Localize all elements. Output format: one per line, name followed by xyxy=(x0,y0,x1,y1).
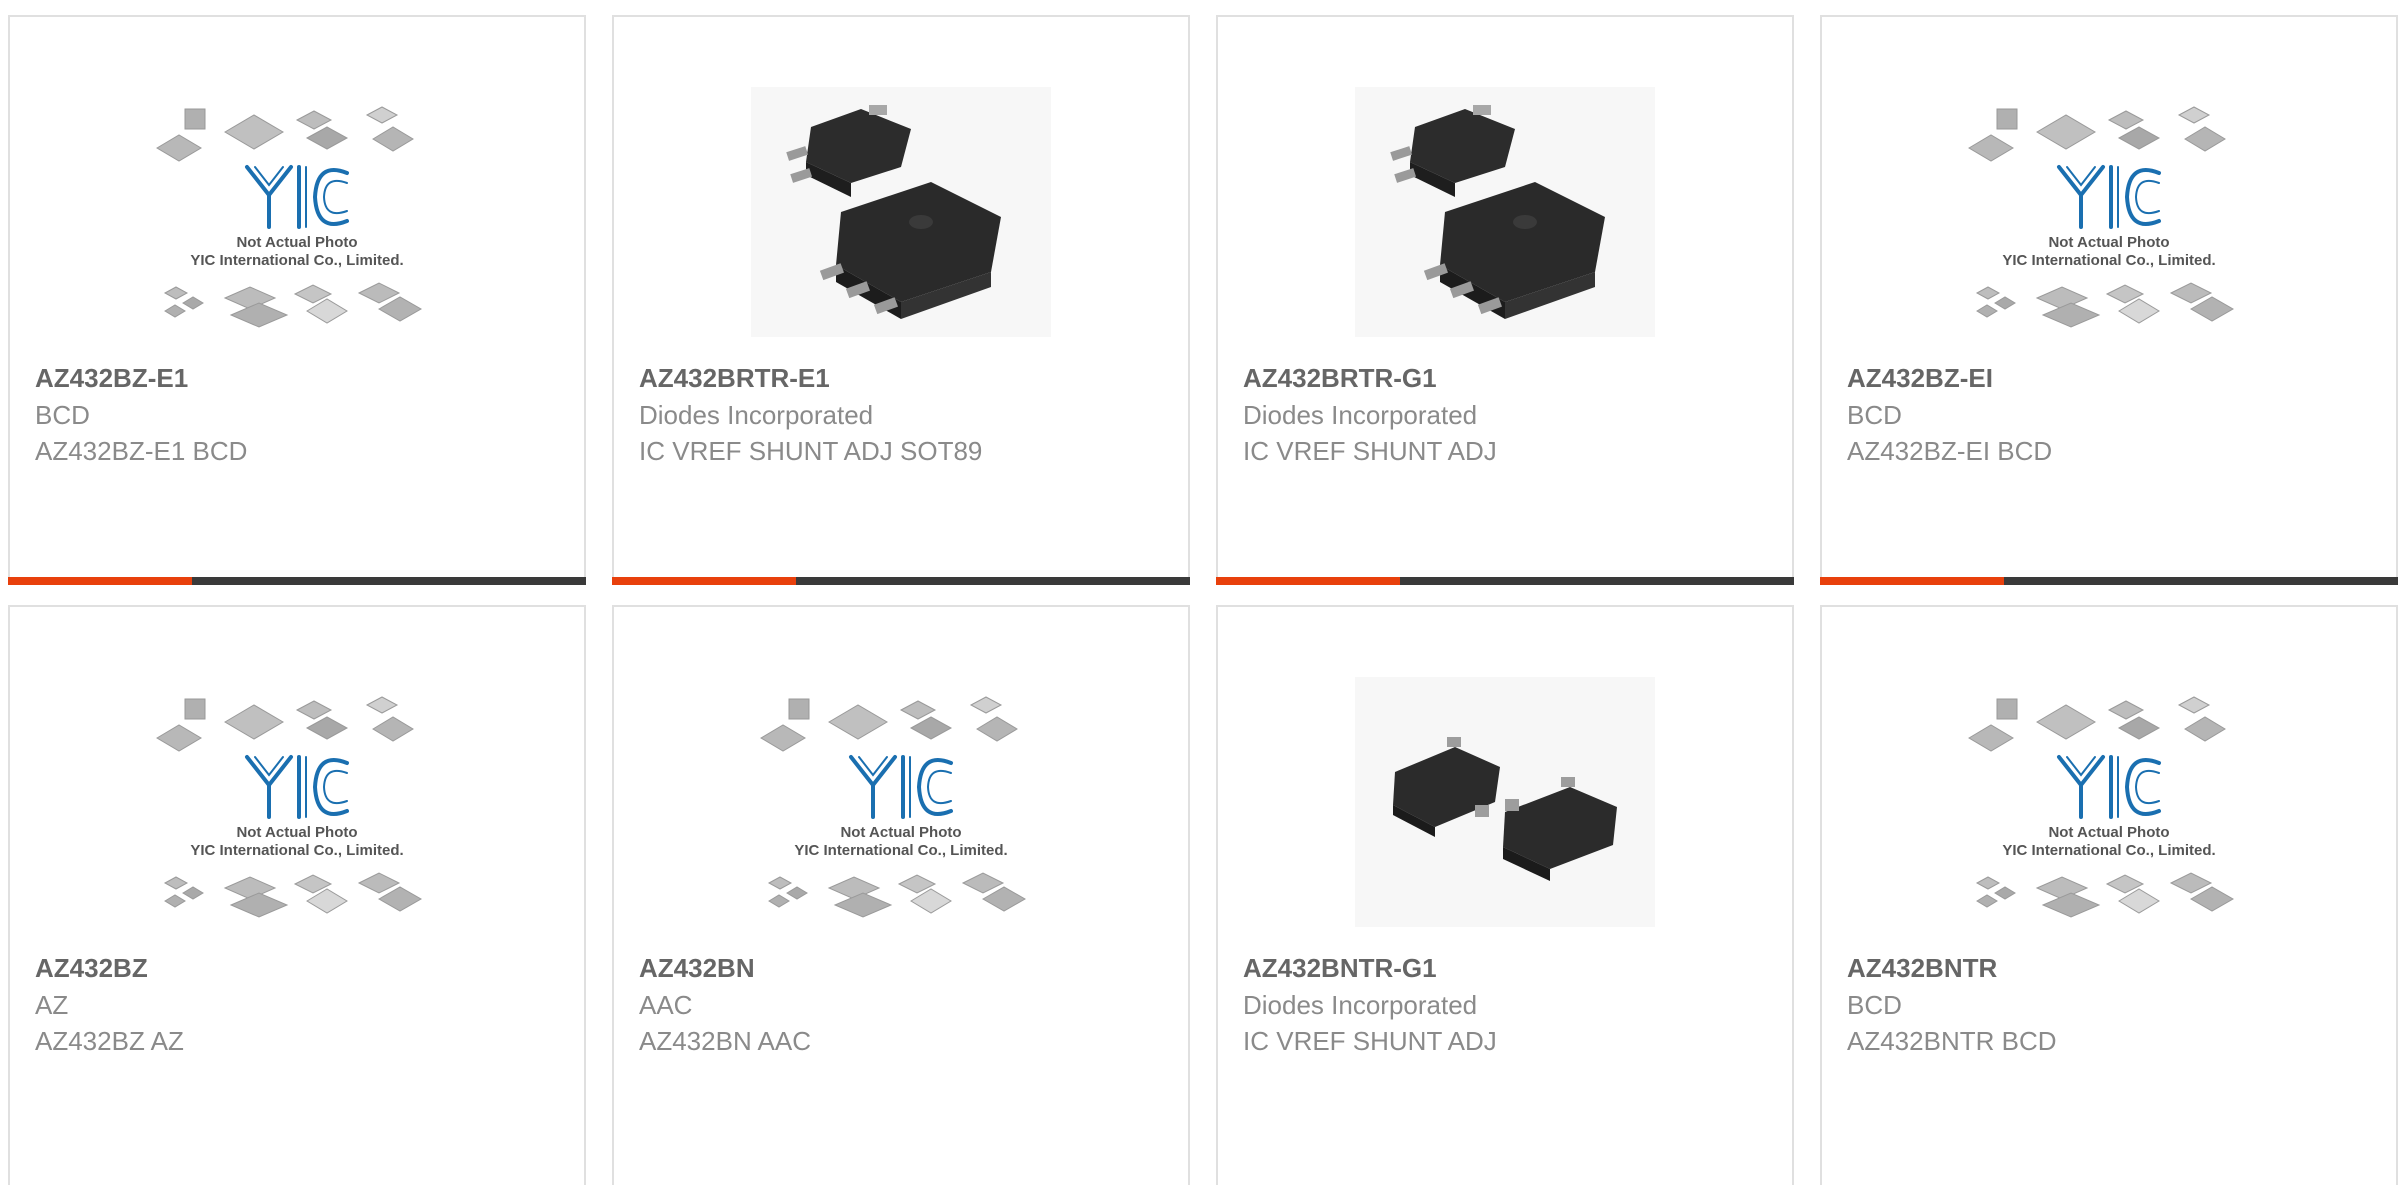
manufacturer: AAC xyxy=(639,990,693,1020)
product-info: AZ432BNTR BCD AZ432BNTR BCD xyxy=(1847,949,2376,1059)
product-card[interactable]: Not Actual Photo YIC International Co., L… xyxy=(1820,605,2398,1185)
product-card[interactable]: AZ432BRTR-E1 Diodes Incorporated IC VREF… xyxy=(612,15,1190,585)
manufacturer: Diodes Incorporated xyxy=(639,400,874,430)
part-number[interactable]: AZ432BNTR xyxy=(1847,949,2376,987)
manufacturer: BCD xyxy=(1847,990,1902,1020)
svg-text:YIC International Co., Limited: YIC International Co., Limited. xyxy=(794,842,1007,859)
card-accent xyxy=(612,577,796,585)
description: AZ432BZ-EI BCD xyxy=(1847,436,2053,466)
not-actual-photo-image: Not Actual PhotoYIC International Co., L… xyxy=(1959,677,2259,927)
manufacturer: Diodes Incorporated xyxy=(1243,990,1478,1020)
product-info: AZ432BRTR-E1 Diodes Incorporated IC VREF… xyxy=(639,359,1168,469)
svg-text:Not Actual Photo: Not Actual Photo xyxy=(236,824,357,841)
not-actual-photo-image: Not Actual PhotoYIC International Co., L… xyxy=(147,87,447,337)
description: AZ432BZ AZ xyxy=(35,1026,184,1056)
product-info: AZ432BN AAC AZ432BN AAC xyxy=(639,949,1168,1059)
not-actual-photo-image: Not Actual PhotoYIC International Co., L… xyxy=(1959,87,2259,337)
product-image: Not Actual Photo YIC International Co., L… xyxy=(1822,657,2396,947)
not-actual-photo-image: Not Actual PhotoYIC International Co., L… xyxy=(751,677,1051,927)
product-image: Not Actual Photo YIC International Co., L… xyxy=(10,67,584,357)
manufacturer: BCD xyxy=(35,400,90,430)
product-image xyxy=(614,67,1188,357)
product-image: Not Actual Photo YIC International Co., L… xyxy=(10,657,584,947)
card-accent xyxy=(1820,577,2004,585)
product-image xyxy=(1218,657,1792,947)
description: IC VREF SHUNT ADJ SOT89 xyxy=(639,436,983,466)
product-card[interactable]: AZ432BNTR-G1 Diodes Incorporated IC VREF… xyxy=(1216,605,1794,1185)
product-image: Not Actual Photo YIC International Co., L… xyxy=(614,657,1188,947)
part-number[interactable]: AZ432BRTR-G1 xyxy=(1243,359,1772,397)
description: AZ432BZ-E1 BCD xyxy=(35,436,248,466)
description: IC VREF SHUNT ADJ xyxy=(1243,436,1497,466)
not-actual-photo-image: Not Actual PhotoYIC International Co., L… xyxy=(147,677,447,927)
product-card[interactable]: Not Actual Photo YIC International Co., L… xyxy=(8,15,586,585)
svg-text:YIC International Co., Limited: YIC International Co., Limited. xyxy=(190,252,403,269)
chip-package-image xyxy=(1355,87,1655,337)
svg-text:Not Actual Photo: Not Actual Photo xyxy=(236,234,357,251)
product-card[interactable]: Not Actual Photo YIC International Co., L… xyxy=(1820,15,2398,585)
product-image xyxy=(1218,67,1792,357)
part-number[interactable]: AZ432BN xyxy=(639,949,1168,987)
product-info: AZ432BZ-E1 BCD AZ432BZ-E1 BCD xyxy=(35,359,564,469)
product-info: AZ432BRTR-G1 Diodes Incorporated IC VREF… xyxy=(1243,359,1772,469)
svg-text:YIC International Co., Limited: YIC International Co., Limited. xyxy=(190,842,403,859)
product-card[interactable]: Not Actual Photo YIC International Co., L… xyxy=(8,605,586,1185)
product-grid: Not Actual Photo YIC International Co., L… xyxy=(0,0,2400,1185)
manufacturer: AZ xyxy=(35,990,69,1020)
card-bottom-bar xyxy=(8,577,586,585)
card-bottom-bar xyxy=(612,577,1190,585)
card-bottom-bar xyxy=(1820,577,2398,585)
chip-package-image xyxy=(1355,677,1655,927)
product-info: AZ432BNTR-G1 Diodes Incorporated IC VREF… xyxy=(1243,949,1772,1059)
svg-text:Not Actual Photo: Not Actual Photo xyxy=(2048,234,2169,251)
part-number[interactable]: AZ432BNTR-G1 xyxy=(1243,949,1772,987)
part-number[interactable]: AZ432BRTR-E1 xyxy=(639,359,1168,397)
card-accent xyxy=(1216,577,1400,585)
part-number[interactable]: AZ432BZ-E1 xyxy=(35,359,564,397)
card-bottom-bar xyxy=(1216,577,1794,585)
svg-text:YIC International Co., Limited: YIC International Co., Limited. xyxy=(2002,252,2215,269)
chip-package-image xyxy=(751,87,1051,337)
product-info: AZ432BZ AZ AZ432BZ AZ xyxy=(35,949,564,1059)
card-accent xyxy=(8,577,192,585)
description: AZ432BNTR BCD xyxy=(1847,1026,2057,1056)
product-card[interactable]: AZ432BRTR-G1 Diodes Incorporated IC VREF… xyxy=(1216,15,1794,585)
manufacturer: BCD xyxy=(1847,400,1902,430)
description: AZ432BN AAC xyxy=(639,1026,811,1056)
svg-text:Not Actual Photo: Not Actual Photo xyxy=(2048,824,2169,841)
description: IC VREF SHUNT ADJ xyxy=(1243,1026,1497,1056)
product-image: Not Actual Photo YIC International Co., L… xyxy=(1822,67,2396,357)
product-info: AZ432BZ-EI BCD AZ432BZ-EI BCD xyxy=(1847,359,2376,469)
part-number[interactable]: AZ432BZ-EI xyxy=(1847,359,2376,397)
manufacturer: Diodes Incorporated xyxy=(1243,400,1478,430)
part-number[interactable]: AZ432BZ xyxy=(35,949,564,987)
svg-text:Not Actual Photo: Not Actual Photo xyxy=(840,824,961,841)
svg-text:YIC International Co., Limited: YIC International Co., Limited. xyxy=(2002,842,2215,859)
product-card[interactable]: Not Actual Photo YIC International Co., L… xyxy=(612,605,1190,1185)
